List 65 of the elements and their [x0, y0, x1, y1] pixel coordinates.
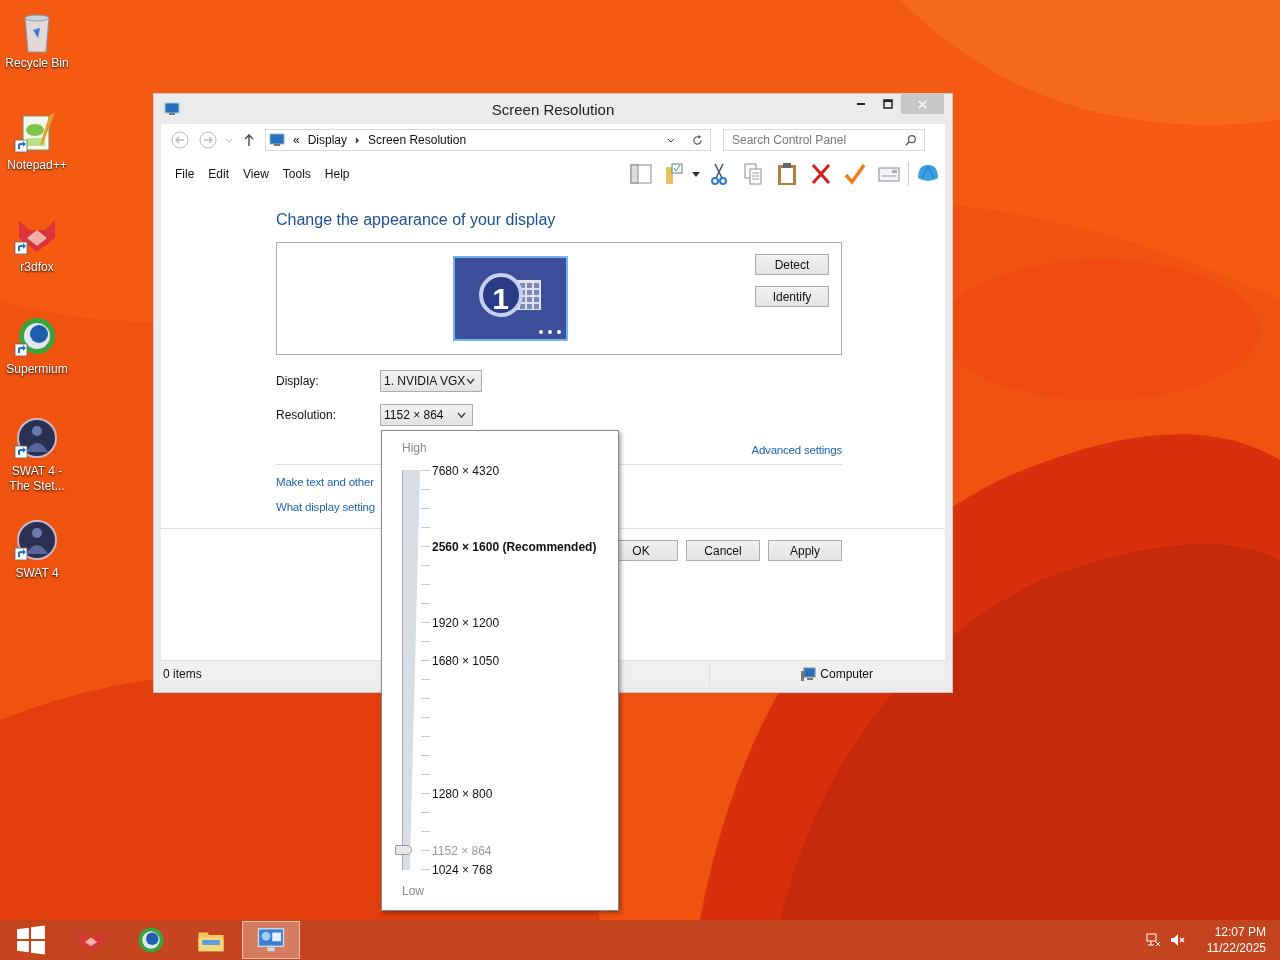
chevron-right-icon[interactable] [355, 136, 361, 144]
search-icon[interactable] [905, 134, 917, 146]
window-title: Screen Resolution [490, 100, 616, 118]
resolution-option[interactable]: 1920 × 1200 [432, 615, 500, 630]
menu-item[interactable]: Help [319, 167, 355, 181]
checkmark-icon[interactable] [843, 162, 867, 186]
refresh-icon[interactable] [691, 133, 704, 147]
menu-item[interactable]: Edit [203, 167, 235, 181]
breadcrumb-item[interactable]: Display [307, 133, 348, 147]
location-label: Computer [820, 667, 873, 681]
dropdown-field[interactable]: 1152 × 864 [380, 404, 473, 426]
globe-icon [136, 925, 166, 955]
search-field[interactable]: Search Control Panel [723, 129, 925, 151]
slider-thumb[interactable] [395, 844, 412, 855]
caret-icon [466, 377, 475, 385]
help-link[interactable]: Make text and other [276, 476, 374, 488]
side-button[interactable]: Identify [755, 286, 829, 307]
up-arrow-icon[interactable] [243, 133, 255, 147]
display-settings-icon [164, 101, 180, 117]
muted-speaker-icon[interactable] [1168, 932, 1185, 948]
address-bar[interactable]: « Display Screen Resolution [265, 129, 711, 151]
delete-icon[interactable] [809, 162, 833, 186]
low-label: Low [402, 883, 424, 900]
field-label: Display: [276, 374, 320, 388]
desktop-icon-label[interactable]: Supermium [6, 362, 68, 377]
overflow-chevron[interactable]: « [293, 133, 300, 147]
clock-time[interactable]: 12:07 PM [1214, 924, 1266, 940]
display-settings-icon [269, 132, 285, 148]
desktop-icon-label[interactable]: SWAT 4 - The Stet... [0, 464, 74, 494]
dialog-button[interactable]: Cancel [686, 540, 760, 561]
dropdown-field[interactable]: 1. NVIDIA VGX [380, 370, 482, 392]
monitor-number: 1 [478, 273, 523, 317]
taskbar-app-button[interactable] [242, 921, 300, 959]
caret-icon [457, 411, 466, 419]
page-heading: Change the appearance of your display [276, 210, 557, 230]
caret-icon[interactable] [667, 136, 675, 144]
maximize-icon [882, 99, 893, 109]
resolution-option[interactable]: 1024 × 768 [432, 862, 493, 877]
item-count: 0 items [163, 667, 202, 681]
side-button[interactable]: Detect [755, 254, 829, 275]
desktop-icon-label[interactable]: SWAT 4 [15, 566, 59, 581]
menu-item[interactable]: File [170, 167, 200, 181]
high-label: High [402, 440, 427, 457]
slider-track[interactable] [394, 470, 420, 870]
network-icon[interactable] [1144, 932, 1161, 948]
menu-item[interactable]: View [238, 167, 274, 181]
caret-icon[interactable] [692, 170, 700, 178]
help-link[interactable]: What display setting [276, 501, 375, 513]
windows-logo-icon [16, 925, 46, 955]
resolution-option[interactable]: 1280 × 800 [432, 786, 493, 801]
field-label: Resolution: [276, 408, 338, 422]
resolution-option[interactable]: 7680 × 4320 [432, 463, 500, 478]
computer-icon [800, 666, 817, 682]
resolution-option[interactable]: 1680 × 1050 [432, 653, 500, 668]
monitor-tile[interactable]: 1 [453, 256, 568, 341]
close-icon [918, 99, 927, 109]
advanced-settings-link[interactable]: Advanced settings [751, 444, 842, 456]
breadcrumb-item[interactable]: Screen Resolution [368, 133, 467, 147]
dialog-button[interactable]: Apply [768, 540, 842, 561]
resolution-option[interactable]: 2560 × 1600 (Recommended) [432, 539, 597, 554]
menu-item[interactable]: Tools [277, 167, 316, 181]
clock-date[interactable]: 11/22/2025 [1206, 940, 1266, 956]
dots-icon [538, 329, 562, 335]
clipboard-icon[interactable] [775, 162, 799, 186]
minimize-icon [856, 103, 865, 105]
